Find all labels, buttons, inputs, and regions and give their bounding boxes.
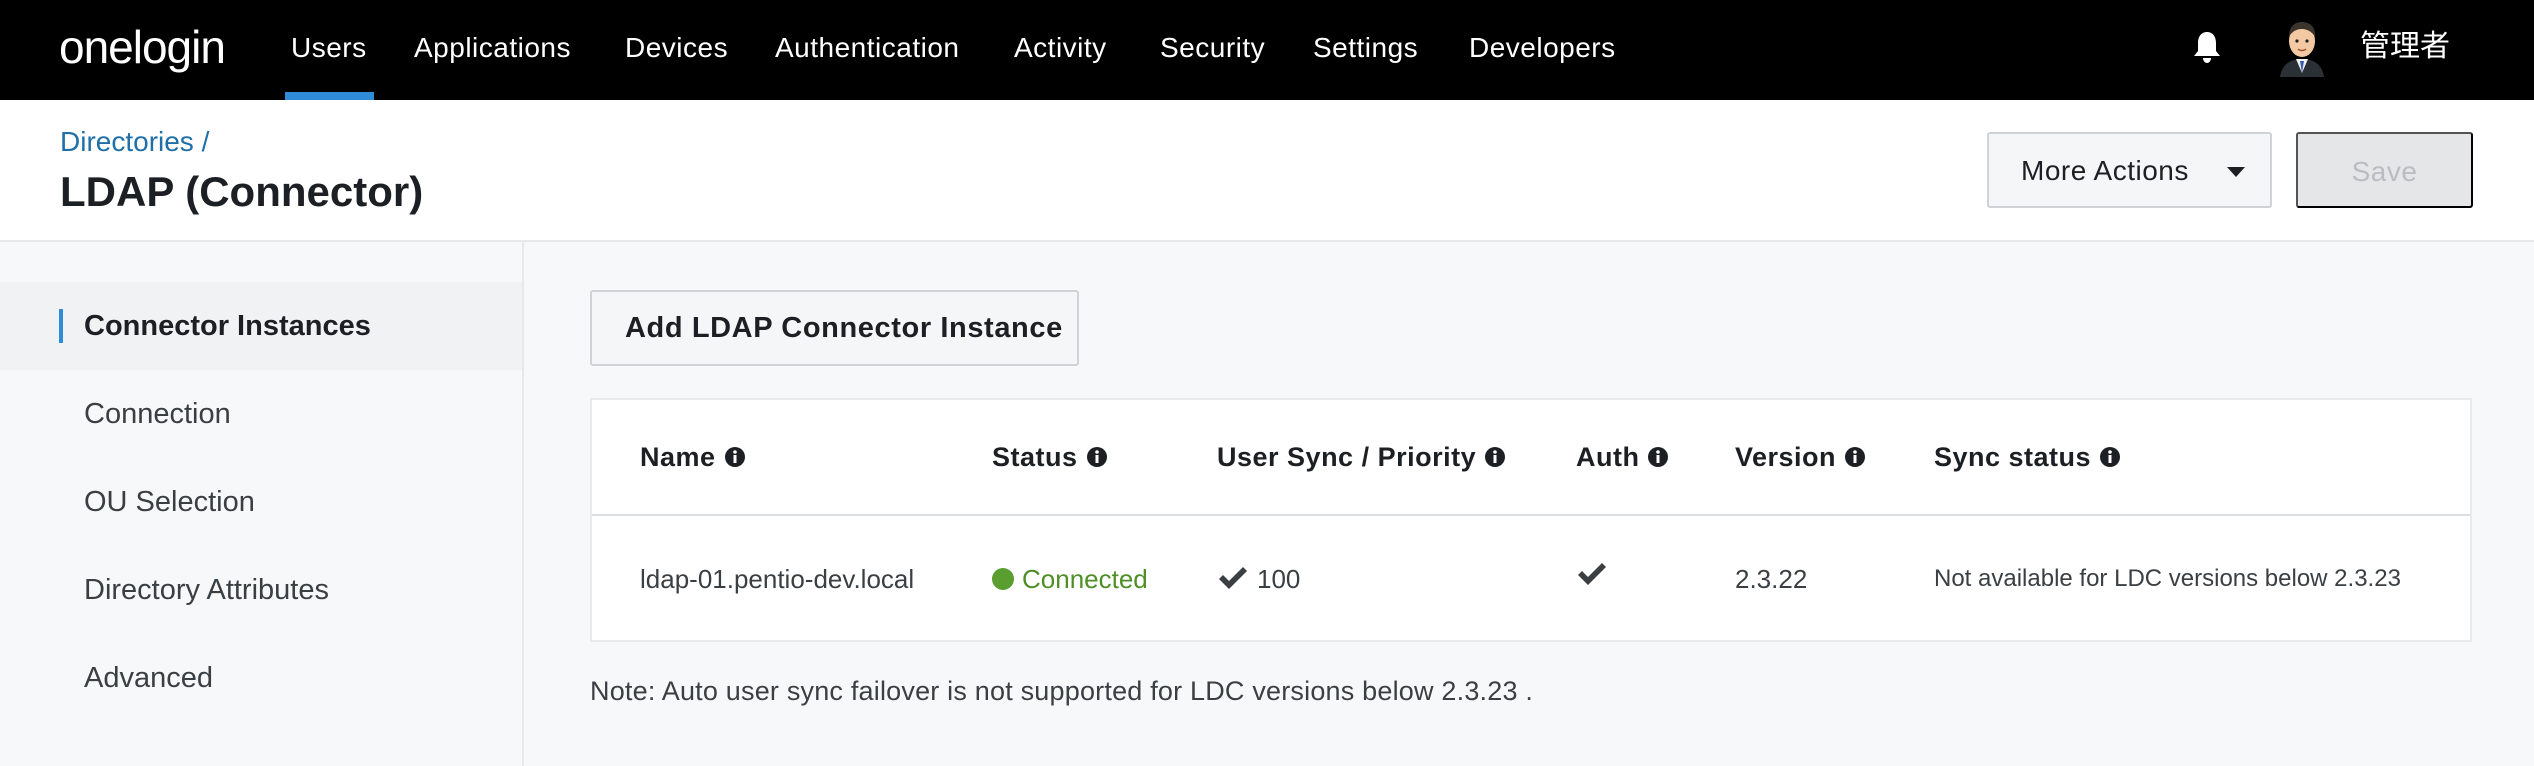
column-label: Name: [640, 442, 716, 472]
failover-note: Note: Auto user sync failover is not sup…: [590, 676, 1534, 706]
cell-auth: [1576, 562, 1608, 588]
column-label: Auth: [1576, 442, 1640, 472]
onelogin-logo[interactable]: onelogin: [59, 20, 226, 74]
page-title: LDAP (Connector): [60, 168, 424, 215]
column-label: User Sync / Priority: [1217, 442, 1477, 472]
sidebar-item-directory-attributes[interactable]: Directory Attributes: [0, 546, 522, 634]
info-icon[interactable]: [1484, 446, 1506, 468]
column-header-sync-status: Sync status: [1934, 440, 2121, 474]
status-connected-icon: [992, 568, 1014, 590]
cell-user-sync-priority: 100: [1217, 562, 1300, 596]
top-navigation: onelogin Users Applications Devices Auth…: [0, 0, 2534, 100]
sidebar-item-connector-instances[interactable]: Connector Instances: [0, 282, 522, 370]
add-button-label: Add LDAP Connector Instance: [625, 312, 1063, 344]
sidebar: Connector Instances Connection OU Select…: [0, 242, 524, 766]
nav-users[interactable]: Users: [291, 30, 367, 66]
user-name[interactable]: 管理者: [2360, 28, 2450, 66]
nav-active-indicator: [285, 92, 374, 100]
nav-developers[interactable]: Developers: [1469, 30, 1616, 66]
priority-value: 100: [1257, 564, 1301, 594]
sidebar-item-label: OU Selection: [84, 486, 255, 518]
sidebar-item-advanced[interactable]: Advanced: [0, 634, 522, 722]
sidebar-item-label: Advanced: [84, 662, 213, 694]
connector-instances-table: Name Status User Sync / Priority Auth Ve…: [590, 398, 2472, 642]
sidebar-item-ou-selection[interactable]: OU Selection: [0, 458, 522, 546]
nav-security[interactable]: Security: [1160, 30, 1265, 66]
status-text: Connected: [1022, 564, 1148, 594]
column-label: Sync status: [1934, 442, 2092, 472]
cell-status: Connected: [992, 562, 1148, 596]
chevron-down-icon: [2227, 167, 2245, 177]
column-label: Status: [992, 442, 1078, 472]
save-button[interactable]: Save: [2296, 132, 2473, 208]
bell-icon[interactable]: [2192, 30, 2222, 64]
info-icon[interactable]: [724, 446, 746, 468]
nav-settings[interactable]: Settings: [1313, 30, 1418, 66]
info-icon[interactable]: [1844, 446, 1866, 468]
active-indicator: [59, 309, 63, 343]
page-header: Directories / LDAP (Connector) More Acti…: [0, 100, 2534, 242]
nav-devices[interactable]: Devices: [625, 30, 728, 66]
more-actions-button[interactable]: More Actions: [1987, 132, 2272, 208]
nav-activity[interactable]: Activity: [1014, 30, 1107, 66]
sidebar-item-label: Directory Attributes: [84, 574, 329, 606]
info-icon[interactable]: [1647, 446, 1669, 468]
table-header-divider: [592, 514, 2470, 516]
nav-applications[interactable]: Applications: [414, 30, 571, 66]
breadcrumb-directories[interactable]: Directories /: [60, 124, 209, 160]
cell-version: 2.3.22: [1735, 564, 1808, 594]
add-ldap-connector-instance-button[interactable]: Add LDAP Connector Instance: [590, 290, 1079, 366]
info-icon[interactable]: [1086, 446, 1108, 468]
nav-authentication[interactable]: Authentication: [775, 30, 959, 66]
column-header-auth: Auth: [1576, 440, 1669, 474]
column-header-status: Status: [992, 440, 1108, 474]
column-header-user-sync-priority: User Sync / Priority: [1217, 440, 1506, 474]
sidebar-item-connection[interactable]: Connection: [0, 370, 522, 458]
sidebar-item-label: Connection: [84, 398, 231, 430]
checkmark-icon: [1219, 567, 1247, 589]
column-label: Version: [1735, 442, 1837, 472]
checkmark-icon: [1578, 563, 1606, 585]
cell-sync-status: Not available for LDC versions below 2.3…: [1934, 565, 2401, 592]
sidebar-item-label: Connector Instances: [84, 310, 371, 342]
info-icon[interactable]: [2099, 446, 2121, 468]
avatar[interactable]: [2276, 17, 2328, 77]
column-header-name: Name: [640, 440, 746, 474]
more-actions-label: More Actions: [2021, 155, 2189, 186]
column-header-version: Version: [1735, 440, 1866, 474]
cell-name[interactable]: ldap-01.pentio-dev.local: [640, 562, 914, 596]
